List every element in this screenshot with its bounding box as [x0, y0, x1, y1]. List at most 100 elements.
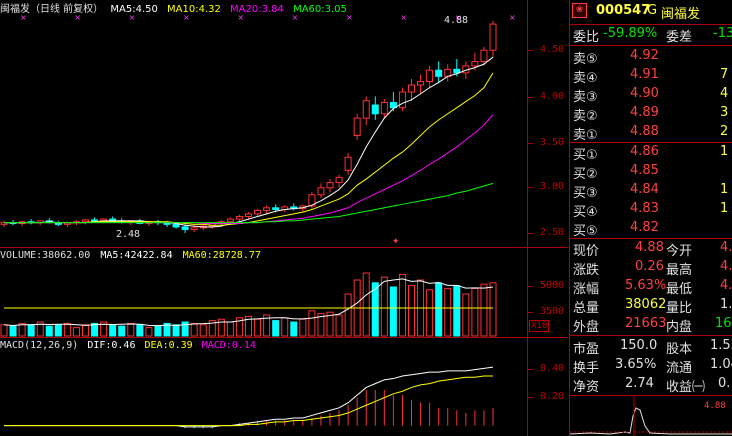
mini-chart-label: 4.88 [704, 401, 726, 411]
kline-chart-area[interactable]: 闽福发（日线 前复权） MA5:4.50 MA10:4.32 MA20:3.84… [0, 0, 568, 436]
finance-value: 1.04 [710, 357, 732, 372]
sell-level-row[interactable]: 卖② 4.89 3 [570, 104, 732, 124]
sell-level-row[interactable]: 卖⑤ 4.92 [570, 47, 732, 67]
candle-body [380, 101, 388, 115]
candle-body [362, 100, 370, 119]
stock-flag-icon[interactable]: ❀ [572, 3, 587, 18]
volume-bar [435, 282, 443, 337]
candle-body [91, 219, 99, 222]
quote-label: 涨跌 [573, 263, 600, 278]
volume-bar [127, 322, 135, 337]
sell-level-price: 4.89 [630, 105, 659, 120]
buy-level-row[interactable]: 买① 4.86 1 [570, 143, 732, 163]
buy-level-price: 4.85 [630, 163, 659, 178]
sell-level-price: 4.92 [630, 48, 659, 63]
buy-level-row[interactable]: 买⑤ 4.82 [570, 219, 732, 239]
stock-name: 闽福发 [661, 7, 701, 22]
quote-label: 现价 [573, 244, 600, 259]
volume-bar [154, 325, 162, 337]
volume-bar [380, 276, 388, 337]
price-axis-label: 4.00 [540, 91, 565, 102]
stock-header: ❀ 000547 G 闽福发 [570, 0, 732, 24]
buy-level-label: 买⑤ [573, 224, 598, 239]
candle-body [453, 68, 461, 74]
macd-axis-label: 0.20 [540, 391, 565, 402]
sell-level-volume: 3 [720, 105, 729, 120]
candle-body [82, 219, 89, 223]
volume-axis-label: 5000 [540, 280, 565, 291]
event-marker-icon[interactable]: ✦ [392, 237, 400, 247]
buy-level-volume: 1 [720, 201, 729, 216]
quote-label: 涨幅 [573, 282, 600, 297]
candle-body [480, 49, 488, 63]
candle-body [190, 227, 198, 231]
volume-bar [0, 324, 8, 337]
buy-level-row[interactable]: 买③ 4.84 1 [570, 181, 732, 201]
candle-body [371, 104, 379, 115]
buy-level-label: 买① [573, 148, 598, 163]
ma20-line [4, 114, 494, 224]
quote-row[interactable]: 现价 4.88 今开 4. [570, 239, 732, 259]
finance-label: 净资 [573, 380, 600, 395]
finance-row[interactable]: 市盈 150.0 股本 1.53 [570, 337, 732, 357]
candle-body [408, 84, 415, 93]
stock-tag: G [647, 3, 658, 18]
quote-value: 163 [715, 316, 732, 331]
finance-row[interactable]: 换手 3.65% 流通 1.04 [570, 356, 732, 376]
dea-line [4, 375, 493, 427]
candle-body [326, 182, 334, 189]
buy-level-price: 4.83 [630, 201, 659, 216]
sell-level-label: 卖④ [573, 71, 598, 86]
sell-level-volume: 4 [720, 86, 729, 101]
volume-bar [109, 324, 117, 337]
candle-body [226, 218, 234, 223]
quote-row[interactable]: 涨跌 0.26 最高 4. [570, 258, 732, 278]
volume-bar [426, 289, 434, 337]
buy-level-row[interactable]: 买② 4.85 [570, 162, 732, 182]
quote-panel: ❀ 000547 G 闽福发 委比 -59.89% 委差 -13 4.88 卖⑤… [569, 0, 732, 436]
volume-bar [199, 324, 207, 337]
sell-level-price: 4.88 [630, 124, 659, 139]
finance-value: 1.53 [710, 338, 732, 353]
volume-bar [82, 324, 89, 337]
weibi-value: -59.89% [603, 26, 658, 41]
quote-row[interactable]: 涨幅 5.63% 最低 4. [570, 277, 732, 297]
sell-level-row[interactable]: 卖① 4.88 2 [570, 123, 732, 143]
finance-value: 0. [718, 376, 731, 391]
quote-row[interactable]: 总量 38062 量比 1. [570, 296, 732, 316]
volume-bar [389, 286, 397, 337]
macd-axis-label: 0.40 [540, 363, 565, 374]
weicha-value: -13 [713, 26, 732, 41]
volume-bar [254, 318, 262, 337]
quote-row[interactable]: 外盘 21663内盘 163 [570, 315, 732, 335]
signal-marker: × [74, 13, 81, 22]
finance-row[interactable]: 净资 2.74 收益㈠ 0. [570, 375, 732, 395]
price-axis-line [527, 0, 528, 436]
sell-level-row[interactable]: 卖③ 4.90 4 [570, 85, 732, 105]
volume-bar [362, 272, 370, 337]
volume-bar [299, 318, 307, 337]
candle-body [335, 176, 343, 184]
signal-marker: × [183, 13, 190, 22]
signal-marker: × [509, 13, 516, 22]
candle-body [344, 156, 352, 171]
volume-bar [9, 325, 17, 337]
volume-bar [181, 321, 189, 337]
buy-level-row[interactable]: 买④ 4.83 1 [570, 200, 732, 220]
price-axis-label: 2.50 [540, 227, 565, 238]
sell-level-label: 卖① [573, 128, 598, 143]
candle-body [435, 69, 443, 77]
quote-label: 量比 [666, 301, 693, 316]
volume-axis-label: 3500 [540, 306, 565, 317]
candle-body [489, 23, 497, 51]
volume-unit: X10 [529, 320, 550, 332]
finance-value: 3.65% [615, 357, 657, 372]
volume-bar [118, 325, 126, 337]
signal-marker: × [129, 13, 136, 22]
buy-level-label: 买② [573, 167, 598, 182]
sell-level-price: 4.91 [630, 67, 659, 82]
volume-bar [136, 324, 144, 337]
sell-level-row[interactable]: 卖④ 4.91 7 [570, 66, 732, 86]
volume-bar [453, 285, 461, 337]
buy-level-label: 买④ [573, 205, 598, 220]
